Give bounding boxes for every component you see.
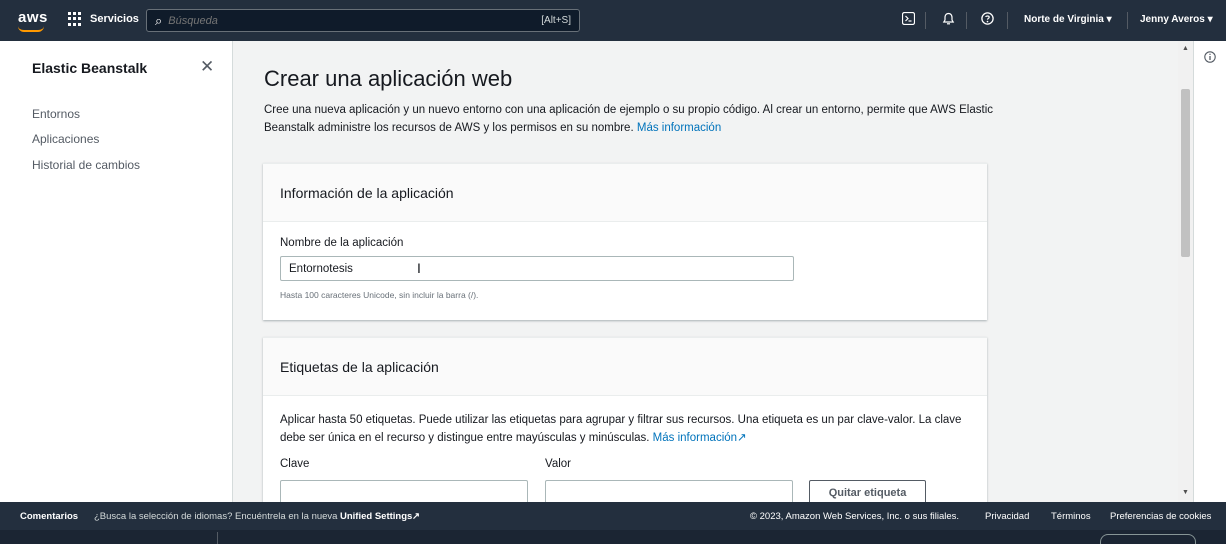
search-shortcut-hint: [Alt+S] xyxy=(541,15,571,26)
sidebar-item-aplicaciones[interactable]: Aplicaciones xyxy=(32,132,99,146)
main-content: Crear una aplicación web Cree una nueva … xyxy=(234,41,1178,502)
sidebar-item-entornos[interactable]: Entornos xyxy=(32,107,80,121)
bottom-bar xyxy=(0,530,1226,544)
feedback-link[interactable]: Comentarios xyxy=(20,511,78,522)
unified-settings-link[interactable]: Unified Settings xyxy=(340,511,412,522)
tag-value-label: Valor xyxy=(545,458,571,470)
info-icon[interactable] xyxy=(1204,51,1216,66)
help-icon[interactable] xyxy=(981,12,994,28)
page-description: Cree una nueva aplicación y un nuevo ent… xyxy=(264,101,1024,137)
privacy-link[interactable]: Privacidad xyxy=(985,511,1029,522)
copyright-text: © 2023, Amazon Web Services, Inc. o sus … xyxy=(750,510,960,522)
region-selector[interactable]: Norte de Virginia ▾ xyxy=(1024,14,1112,25)
search-input[interactable] xyxy=(168,14,542,27)
main-scrollbar[interactable]: ▲ ▼ xyxy=(1178,41,1193,502)
scroll-down-icon[interactable]: ▼ xyxy=(1182,489,1189,496)
scroll-up-icon[interactable]: ▲ xyxy=(1182,45,1189,52)
top-navigation: aws Servicios ⌕ [Alt+S] Norte de Virgini… xyxy=(0,0,1226,41)
services-menu-button[interactable]: Servicios xyxy=(68,12,139,26)
description-text: Cree una nueva aplicación y un nuevo ent… xyxy=(264,104,993,134)
app-tags-heading: Etiquetas de la aplicación xyxy=(263,338,987,396)
aws-logo[interactable]: aws xyxy=(18,9,48,32)
account-menu[interactable]: Jenny Averos ▾ xyxy=(1140,14,1213,25)
bottom-divider xyxy=(217,532,218,544)
more-info-link[interactable]: Más información xyxy=(637,122,721,134)
app-info-heading: Información de la aplicación xyxy=(263,164,987,222)
text-cursor-icon: I xyxy=(417,260,421,276)
external-link-icon: ↗ xyxy=(412,510,420,522)
tag-key-label: Clave xyxy=(280,458,310,470)
sidebar: Elastic Beanstalk ✕ Entornos Aplicacione… xyxy=(0,41,233,502)
footer: Comentarios ¿Busca la selección de idiom… xyxy=(0,502,1226,530)
aws-logo-text: aws xyxy=(18,9,48,26)
sidebar-title[interactable]: Elastic Beanstalk xyxy=(32,60,147,76)
help-panel-rail xyxy=(1193,41,1226,502)
nav-divider xyxy=(925,12,926,29)
remove-tag-button[interactable]: Quitar etiqueta xyxy=(809,480,926,502)
language-prompt: ¿Busca la selección de idiomas? Encuéntr… xyxy=(94,510,338,522)
tags-description-text: Aplicar hasta 50 etiquetas. Puede utiliz… xyxy=(280,414,962,444)
nav-divider xyxy=(1007,12,1008,29)
tags-more-info-link[interactable]: Más información xyxy=(653,432,737,444)
app-name-input[interactable] xyxy=(280,256,794,281)
cookie-preferences-link[interactable]: Preferencias de cookies xyxy=(1110,511,1211,522)
app-name-label: Nombre de la aplicación xyxy=(280,237,404,249)
app-name-hint: Hasta 100 caracteres Unicode, sin inclui… xyxy=(280,290,479,300)
scrollbar-thumb[interactable] xyxy=(1181,89,1190,257)
tag-value-input[interactable] xyxy=(545,480,793,502)
services-label: Servicios xyxy=(90,13,139,25)
nav-divider xyxy=(966,12,967,29)
tags-description: Aplicar hasta 50 etiquetas. Puede utiliz… xyxy=(280,411,970,447)
terms-link[interactable]: Términos xyxy=(1051,511,1091,522)
external-link-icon[interactable]: ↗ xyxy=(737,432,747,444)
aws-smile-icon xyxy=(18,26,44,32)
app-info-panel: Información de la aplicación Nombre de l… xyxy=(263,163,987,320)
app-tags-panel: Etiquetas de la aplicación Aplicar hasta… xyxy=(263,337,987,502)
bottom-pill-button[interactable] xyxy=(1100,534,1196,544)
page-title: Crear una aplicación web xyxy=(264,66,513,91)
tag-key-input[interactable] xyxy=(280,480,528,502)
search-icon: ⌕ xyxy=(155,12,163,28)
nav-divider xyxy=(1127,12,1128,29)
close-icon[interactable]: ✕ xyxy=(200,57,214,77)
sidebar-item-historial[interactable]: Historial de cambios xyxy=(32,158,140,172)
bell-icon[interactable] xyxy=(942,12,955,28)
services-grid-icon xyxy=(68,12,82,26)
search-bar[interactable]: ⌕ [Alt+S] xyxy=(146,9,580,32)
cloudshell-icon[interactable] xyxy=(901,11,916,28)
